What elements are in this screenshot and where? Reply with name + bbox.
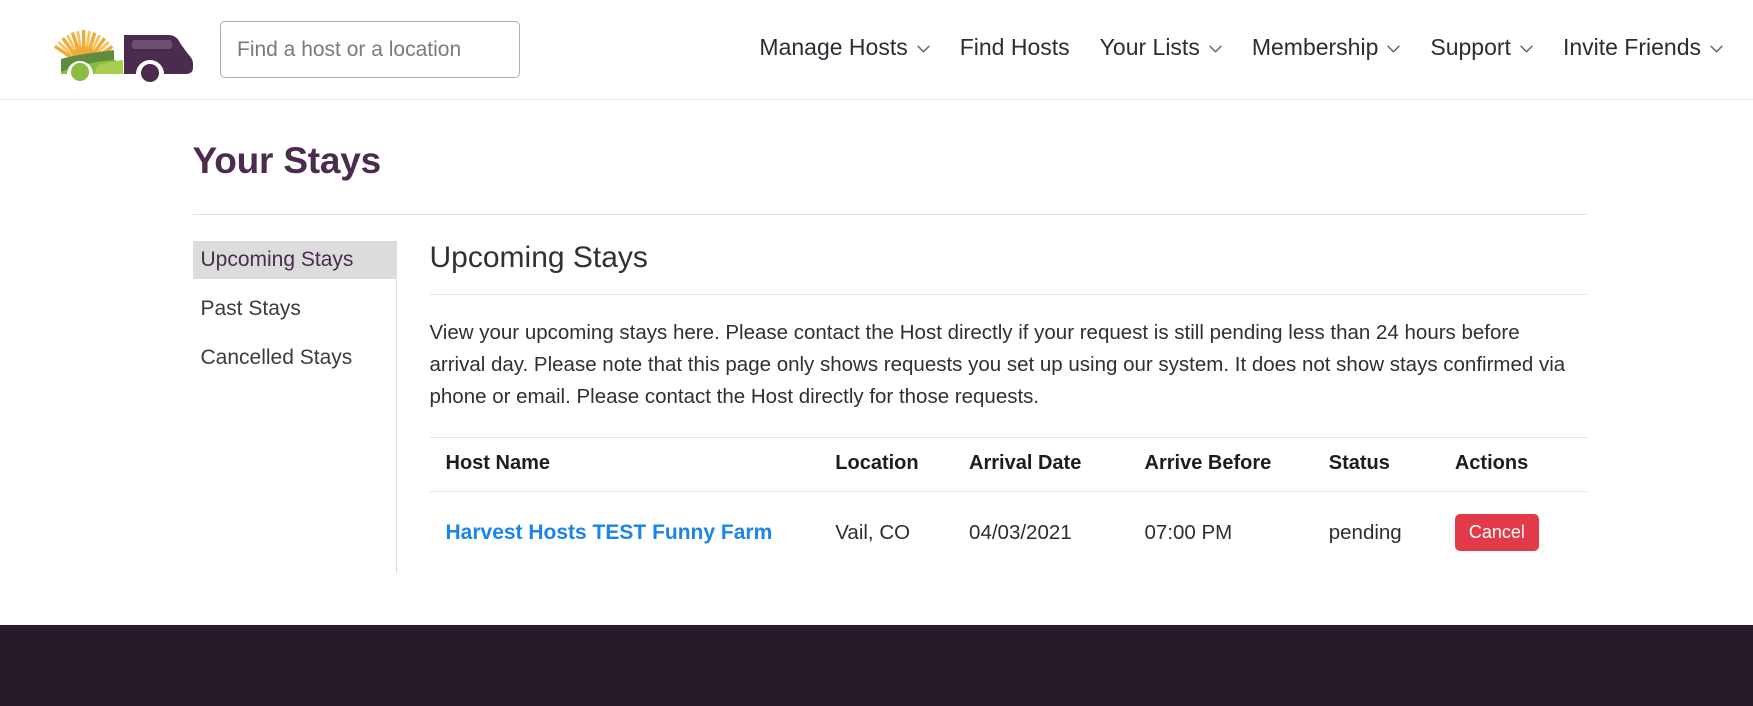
nav-item-your-lists[interactable]: Your Lists [1100, 36, 1222, 59]
cell-arrive-before: 07:00 PM [1144, 520, 1233, 544]
sidebar-item-label: Cancelled Stays [200, 346, 353, 369]
column-header-actions: Actions [1454, 437, 1587, 493]
harvest-hosts-logo[interactable] [28, 14, 198, 86]
nav-label: Find Hosts [959, 34, 1070, 60]
cell-actions: Cancel [1454, 492, 1587, 574]
cell-status: pending [1328, 520, 1402, 544]
table-header: Host Name Location Arrival Date Arrive B… [429, 437, 1587, 493]
stays-sidebar: Upcoming Stays Past Stays Cancelled Stay… [192, 241, 397, 574]
sidebar-item-label: Upcoming Stays [200, 248, 354, 271]
host-name-link[interactable]: Harvest Hosts TEST Funny Farm [446, 521, 773, 544]
cell-host-name: Harvest Hosts TEST Funny Farm [430, 492, 836, 574]
chevron-down-icon [1209, 42, 1222, 55]
nav-label: Support [1430, 34, 1511, 60]
chevron-down-icon [1387, 42, 1401, 55]
stays-main-panel: Upcoming Stays View your upcoming stays … [397, 241, 1587, 573]
search-input[interactable] [220, 21, 520, 78]
table-header-row: Host Name Location Arrival Date Arrive B… [429, 437, 1587, 493]
sidebar-item-label: Past Stays [200, 297, 301, 320]
column-header-arrival-date: Arrival Date [969, 437, 1145, 493]
chevron-down-icon [1520, 42, 1533, 55]
cancel-button[interactable]: Cancel [1454, 514, 1539, 552]
table-body: Harvest Hosts TEST Funny Farm Vail, CO 0… [430, 492, 1587, 574]
nav-label: Your Lists [1099, 34, 1200, 60]
column-header-location: Location [835, 437, 970, 493]
sidebar-item-cancelled-stays[interactable]: Cancelled Stays [193, 339, 396, 377]
sidebar-item-past-stays[interactable]: Past Stays [193, 290, 396, 328]
chevron-down-icon [1710, 42, 1723, 55]
nav-item-invite-friends[interactable]: Invite Friends [1563, 36, 1723, 59]
nav-label: Invite Friends [1562, 34, 1701, 60]
nav-item-membership[interactable]: Membership [1252, 36, 1401, 59]
page-title: Your Stays [192, 140, 382, 181]
site-footer [0, 625, 1753, 706]
nav-item-support[interactable]: Support [1430, 36, 1533, 59]
sidebar-item-upcoming-stays[interactable]: Upcoming Stays [192, 241, 396, 279]
page-body: Your Stays Upcoming Stays Past Stays Can… [0, 140, 1753, 574]
cell-location: Vail, CO [835, 520, 911, 544]
chevron-down-icon [917, 42, 930, 55]
section-heading: Upcoming Stays [429, 241, 648, 274]
cell-arrival-date: 04/03/2021 [969, 520, 1072, 544]
nav-item-find-hosts[interactable]: Find Hosts [960, 36, 1070, 59]
column-header-host-name: Host Name [429, 437, 836, 493]
nav-item-manage-hosts[interactable]: Manage Hosts [759, 34, 930, 60]
column-header-arrive-before: Arrive Before [1144, 437, 1329, 493]
title-divider [192, 214, 1587, 215]
main-navigation: Manage Hosts Find Hosts Your Lists Membe… [759, 36, 1723, 63]
section-divider [429, 294, 1587, 295]
upcoming-stays-table: Host Name Location Arrival Date Arrive B… [429, 437, 1587, 574]
intro-paragraph: View your upcoming stays here. Please co… [429, 321, 1566, 408]
nav-label: Membership [1251, 34, 1379, 60]
nav-label: Manage Hosts [759, 34, 908, 60]
table-row: Harvest Hosts TEST Funny Farm Vail, CO 0… [430, 492, 1587, 574]
site-header: Manage Hosts Find Hosts Your Lists Membe… [0, 0, 1753, 100]
column-header-status: Status [1328, 437, 1455, 493]
